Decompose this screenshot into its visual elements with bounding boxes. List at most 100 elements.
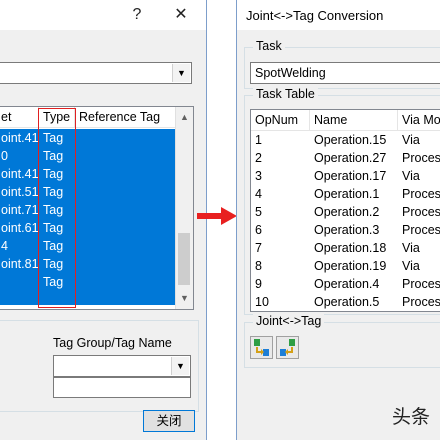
cell-name: 0 bbox=[1, 149, 8, 163]
table-row[interactable]: 5 Operation.2 Proces bbox=[251, 203, 440, 221]
cell-name: Operation.15 bbox=[314, 133, 387, 147]
close-button[interactable]: 关闭 bbox=[143, 410, 195, 432]
cell-reference-tag bbox=[75, 273, 179, 291]
cell-via-mode: Proces bbox=[402, 295, 440, 309]
chevron-down-icon[interactable]: ▼ bbox=[171, 357, 189, 375]
table-row[interactable]: 3 Operation.17 Via bbox=[251, 167, 440, 185]
cell-via-mode: Via bbox=[402, 259, 420, 273]
table-row[interactable]: 9 Operation.4 Proces bbox=[251, 275, 440, 293]
task-dropdown[interactable]: SpotWelding bbox=[250, 62, 440, 84]
table-row[interactable]: oint.71 Tag bbox=[0, 201, 176, 219]
table-row[interactable]: 1 Operation.15 Via bbox=[251, 131, 440, 149]
cell-via-mode: Via bbox=[402, 133, 420, 147]
cell-name: oint.51 bbox=[1, 185, 39, 199]
tag-to-joint-icon[interactable] bbox=[276, 336, 299, 359]
tag-group-label: Tag Group/Tag Name bbox=[53, 336, 172, 350]
cell-name: oint.61 bbox=[1, 221, 39, 235]
cell-via-mode: Via bbox=[402, 169, 420, 183]
cell-opnum: 9 bbox=[255, 277, 262, 291]
table-row[interactable]: 0 Tag bbox=[0, 147, 176, 165]
cell-reference-tag bbox=[75, 219, 179, 237]
top-dropdown[interactable]: ▼ bbox=[0, 62, 192, 84]
table-row[interactable]: oint.51 Tag bbox=[0, 183, 176, 201]
cell-name: Operation.4 bbox=[314, 277, 380, 291]
cell-via-mode: Proces bbox=[402, 205, 440, 219]
column-header-name[interactable]: et bbox=[0, 107, 39, 127]
task-table-label: Task Table bbox=[253, 87, 318, 101]
cell-name: Operation.19 bbox=[314, 259, 387, 273]
joint-tag-conversion-dialog: Joint<->Tag Conversion Task SpotWelding … bbox=[236, 0, 440, 440]
conversion-dialog-titlebar: Joint<->Tag Conversion bbox=[237, 0, 440, 30]
cell-name: Operation.3 bbox=[314, 223, 380, 237]
table-row[interactable]: 4 Operation.1 Proces bbox=[251, 185, 440, 203]
scroll-thumb[interactable] bbox=[178, 233, 190, 285]
help-button[interactable]: ? bbox=[124, 5, 150, 25]
table-row[interactable]: Tag bbox=[0, 273, 176, 291]
tag-dialog-titlebar: ? ✕ bbox=[0, 0, 206, 30]
cell-opnum: 4 bbox=[255, 187, 262, 201]
table-row[interactable]: 2 Operation.27 Proces bbox=[251, 149, 440, 167]
joint-tag-label: Joint<->Tag bbox=[253, 314, 325, 328]
tag-list-header: et Type Reference Tag bbox=[0, 107, 193, 128]
close-icon[interactable]: ✕ bbox=[168, 5, 194, 25]
tag-group-dropdown[interactable]: ▼ bbox=[53, 355, 191, 377]
right-arrow-icon bbox=[197, 207, 237, 225]
watermark-text: 头条 bbox=[392, 407, 431, 428]
cell-via-mode: Proces bbox=[402, 151, 440, 165]
column-header-via-mode[interactable]: Via Mo bbox=[398, 110, 440, 130]
cell-opnum: 3 bbox=[255, 169, 262, 183]
table-row[interactable]: oint.81 Tag bbox=[0, 255, 176, 273]
joint-to-tag-icon[interactable] bbox=[250, 336, 273, 359]
table-row[interactable]: 8 Operation.19 Via bbox=[251, 257, 440, 275]
table-row[interactable]: 6 Operation.3 Proces bbox=[251, 221, 440, 239]
table-row[interactable] bbox=[0, 291, 176, 305]
cell-opnum: 2 bbox=[255, 151, 262, 165]
cell-via-mode: Via bbox=[402, 241, 420, 255]
cell-reference-tag bbox=[75, 165, 179, 183]
cell-name: oint.81 bbox=[1, 257, 39, 271]
joint-tag-groupbox: Joint<->Tag bbox=[244, 314, 440, 368]
scroll-down-icon[interactable]: ▼ bbox=[176, 290, 193, 307]
tag-dialog: ? ✕ ▼ et Type Reference Tag oint.41 Tag 0 T… bbox=[0, 0, 207, 440]
cell-reference-tag bbox=[75, 129, 179, 147]
cell-reference-tag bbox=[75, 237, 179, 255]
task-table-header: OpNum Name Via Mo bbox=[251, 110, 440, 131]
cell-opnum: 1 bbox=[255, 133, 262, 147]
scroll-up-icon[interactable]: ▲ bbox=[176, 109, 193, 126]
task-groupbox: Task SpotWelding bbox=[244, 39, 440, 89]
cell-name: Operation.17 bbox=[314, 169, 387, 183]
cell-reference-tag bbox=[75, 255, 179, 273]
column-header-opnum[interactable]: OpNum bbox=[251, 110, 310, 130]
column-header-reference-tag[interactable]: Reference Tag bbox=[75, 107, 179, 127]
table-row[interactable]: 7 Operation.18 Via bbox=[251, 239, 440, 257]
task-label: Task bbox=[253, 39, 285, 53]
cell-via-mode: Proces bbox=[402, 223, 440, 237]
cell-name: oint.41 bbox=[1, 167, 39, 181]
tag-list-scrollbar[interactable]: ▲ ▼ bbox=[175, 107, 193, 309]
table-row[interactable]: 4 Tag bbox=[0, 237, 176, 255]
cell-reference-tag bbox=[75, 201, 179, 219]
table-row[interactable]: oint.41 Tag bbox=[0, 165, 176, 183]
cell-opnum: 5 bbox=[255, 205, 262, 219]
cell-via-mode: Proces bbox=[402, 277, 440, 291]
cell-name bbox=[0, 273, 39, 291]
cell-name: Operation.18 bbox=[314, 241, 387, 255]
cell-opnum: 10 bbox=[255, 295, 269, 309]
table-row[interactable]: 10 Operation.5 Proces bbox=[251, 293, 440, 311]
tag-list[interactable]: et Type Reference Tag oint.41 Tag 0 Tag oint… bbox=[0, 106, 194, 310]
dialog-title: Joint<->Tag Conversion bbox=[246, 8, 384, 23]
cell-opnum: 7 bbox=[255, 241, 262, 255]
cell-name: oint.41 bbox=[1, 131, 39, 145]
cell-name: Operation.1 bbox=[314, 187, 380, 201]
cell-name: oint.71 bbox=[1, 203, 39, 217]
column-header-name[interactable]: Name bbox=[310, 110, 398, 130]
task-table[interactable]: OpNum Name Via Mo 1 Operation.15 Via 2 Opera… bbox=[250, 109, 440, 312]
chevron-down-icon[interactable]: ▼ bbox=[172, 64, 190, 82]
tag-name-input[interactable] bbox=[53, 377, 191, 398]
cell-reference-tag bbox=[75, 147, 179, 165]
cell-via-mode: Proces bbox=[402, 187, 440, 201]
cell-name: Operation.2 bbox=[314, 205, 380, 219]
table-row[interactable]: oint.41 Tag bbox=[0, 129, 176, 147]
table-row[interactable]: oint.61 Tag bbox=[0, 219, 176, 237]
tag-group-box: Tag Group/Tag Name ▼ bbox=[0, 320, 199, 412]
